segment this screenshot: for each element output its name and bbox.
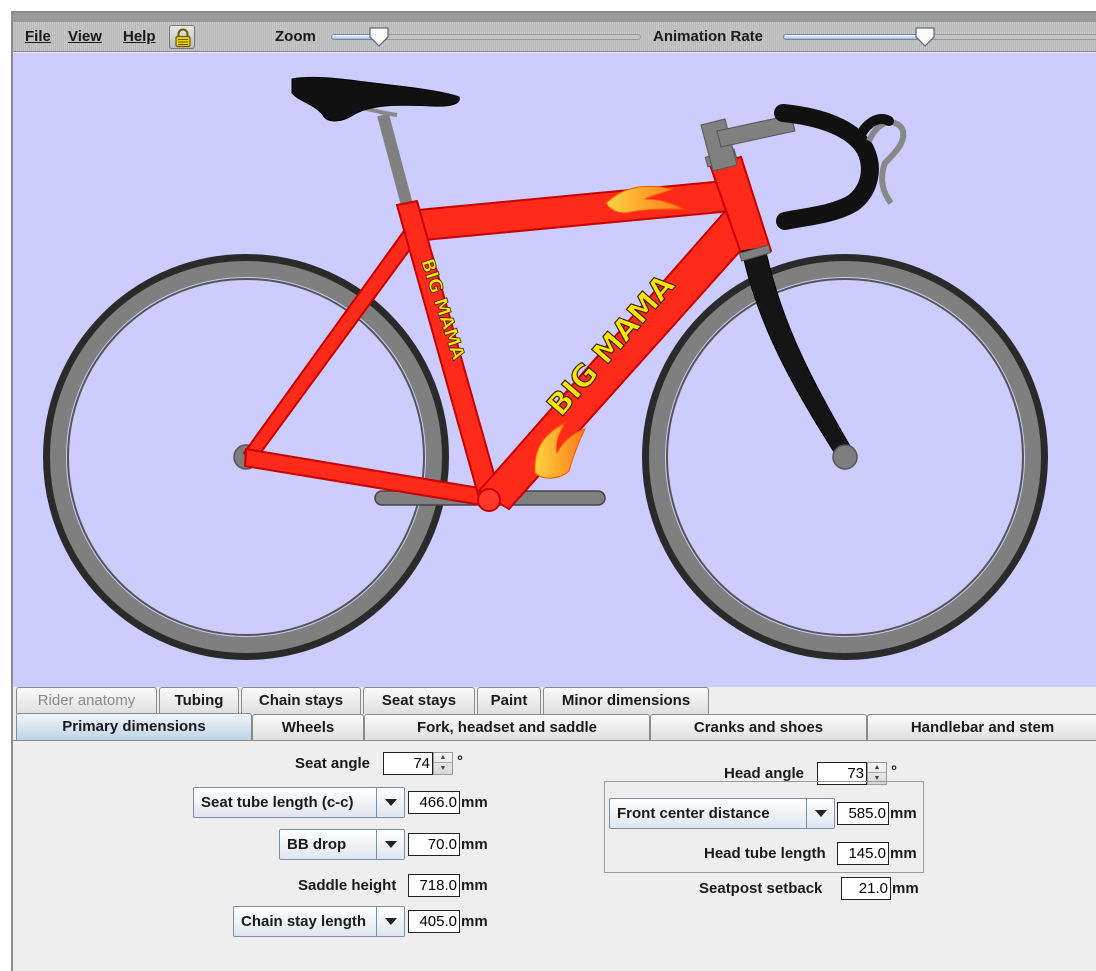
head-tube-length-unit: mm (890, 845, 917, 862)
padlock-icon (175, 28, 191, 48)
tab-minor-dimensions[interactable]: Minor dimensions (543, 687, 709, 714)
saddle-height-field[interactable]: 718.0 (408, 874, 460, 897)
front-center-combo[interactable]: Front center distance (609, 798, 835, 829)
window-frame (13, 13, 1096, 22)
head-angle-unit: ° (891, 763, 897, 780)
tab-chain-stays[interactable]: Chain stays (241, 687, 361, 714)
seatpost-setback-unit: mm (892, 880, 919, 897)
zoom-slider-track[interactable] (381, 34, 641, 40)
tab-wheels[interactable]: Wheels (252, 714, 364, 741)
front-center-combo-label: Front center distance (617, 805, 770, 822)
animation-rate-slider-fill[interactable] (783, 34, 925, 40)
bridge-designer-window: File View Help Zoom Animation Rate BIG M… (11, 11, 1096, 971)
seat-tube-length-combo[interactable]: Seat tube length (c-c) (193, 787, 405, 818)
tab-primary-dimensions[interactable]: Primary dimensions (16, 713, 252, 743)
zoom-label: Zoom (275, 28, 316, 45)
tab-rider-anatomy[interactable]: Rider anatomy (16, 687, 157, 714)
tab-tubing[interactable]: Tubing (159, 687, 239, 714)
animation-rate-slider-track[interactable] (925, 34, 1096, 40)
spinner-up-icon[interactable]: ▲ (434, 753, 452, 763)
seat-tube-length-combo-label: Seat tube length (c-c) (201, 794, 354, 811)
chain-stay-length-unit: mm (461, 913, 488, 930)
menu-help[interactable]: Help (123, 28, 156, 45)
seatpost-setback-label: Seatpost setback (699, 880, 823, 897)
menu-bar: File View Help Zoom Animation Rate (13, 22, 1096, 52)
chain-stay-length-field[interactable]: 405.0 (408, 910, 460, 933)
bicycle-drawing: BIG MAMA BIG MAMA (43, 76, 1048, 660)
seat-angle-spinner[interactable]: ▲ ▼ (433, 752, 453, 775)
seat-tube-length-field[interactable]: 466.0 (408, 791, 460, 814)
seat-angle-label: Seat angle (295, 755, 371, 772)
saddle-and-seatpost (291, 76, 460, 207)
chevron-down-icon[interactable] (806, 799, 834, 828)
animation-rate-label: Animation Rate (653, 28, 764, 45)
spinner-up-icon[interactable]: ▲ (868, 763, 886, 773)
chevron-down-icon[interactable] (376, 907, 404, 936)
bb-drop-combo-label: BB drop (287, 836, 347, 853)
lock-button[interactable] (169, 25, 195, 49)
chain-stay-length-combo-label: Chain stay length (241, 913, 367, 930)
bicycle-canvas[interactable]: BIG MAMA BIG MAMA (13, 53, 1096, 687)
saddle-height-unit: mm (461, 877, 488, 894)
seat-angle-field[interactable]: 74 (383, 752, 433, 775)
seat-tube-length-unit: mm (461, 794, 488, 811)
front-center-unit: mm (890, 805, 917, 822)
zoom-slider-thumb[interactable] (368, 26, 390, 48)
head-tube-length-field[interactable]: 145.0 (837, 842, 889, 865)
head-angle-label: Head angle (724, 765, 805, 782)
tab-seat-stays[interactable]: Seat stays (363, 687, 475, 714)
saddle-height-label: Saddle height (298, 877, 397, 894)
bb-drop-combo[interactable]: BB drop (279, 829, 405, 860)
front-center-field[interactable]: 585.0 (837, 802, 889, 825)
chevron-down-icon[interactable] (376, 830, 404, 859)
dimension-tabs: Rider anatomy Tubing Chain stays Seat st… (13, 687, 1096, 743)
spinner-down-icon[interactable]: ▼ (434, 764, 452, 774)
bb-drop-unit: mm (461, 836, 488, 853)
head-tube-length-label: Head tube length (704, 845, 826, 862)
tab-paint[interactable]: Paint (477, 687, 541, 714)
tab-fork-headset-saddle[interactable]: Fork, headset and saddle (364, 714, 650, 741)
tab-handlebar-and-stem[interactable]: Handlebar and stem (867, 714, 1096, 741)
primary-dimensions-panel: Seat angle 74 ▲ ▼ ° Seat tube length (c-… (13, 740, 1096, 971)
seatpost-setback-field[interactable]: 21.0 (841, 877, 891, 900)
chain-stay-length-combo[interactable]: Chain stay length (233, 906, 405, 937)
menu-file[interactable]: File (25, 28, 51, 45)
menu-view[interactable]: View (68, 28, 102, 45)
tab-cranks-and-shoes[interactable]: Cranks and shoes (650, 714, 867, 741)
chevron-down-icon[interactable] (376, 788, 404, 817)
bb-drop-field[interactable]: 70.0 (408, 833, 460, 856)
seat-angle-unit: ° (457, 753, 463, 770)
animation-rate-slider-thumb[interactable] (914, 26, 936, 48)
